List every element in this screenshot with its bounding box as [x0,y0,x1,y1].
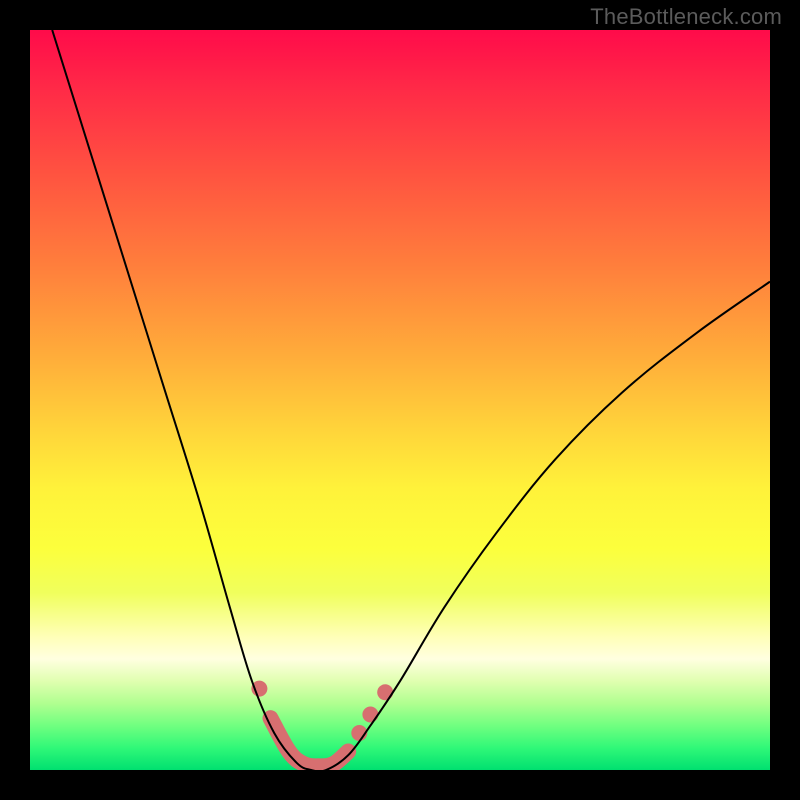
bottleneck-curve [52,30,770,770]
watermark-text: TheBottleneck.com [590,4,782,30]
chart-plot-area [30,30,770,770]
highlight-segment [271,718,349,766]
chart-svg [30,30,770,770]
